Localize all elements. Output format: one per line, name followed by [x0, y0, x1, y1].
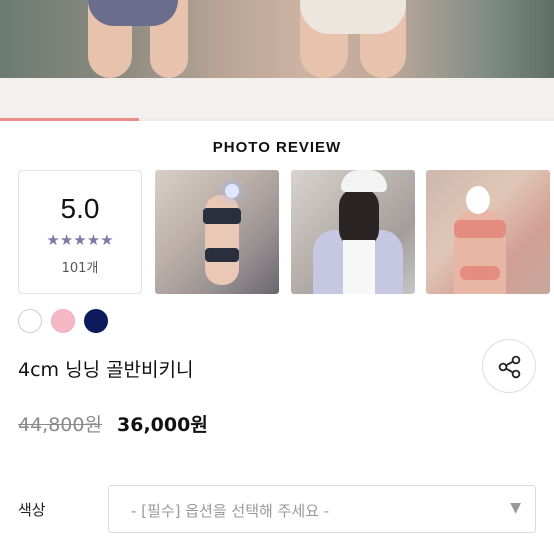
color-swatch-pink[interactable]: [51, 309, 75, 333]
review-photo-thumbnail[interactable]: [291, 170, 415, 294]
section-title: PHOTO REVIEW: [212, 139, 342, 156]
product-hero-image: [0, 0, 554, 78]
star-rating-icon: ★★★★★: [46, 231, 114, 249]
option-select[interactable]: - [필수] 옵션을 선택해 주세요 - ▼: [108, 485, 536, 533]
rating-score: 5.0: [60, 193, 100, 224]
chevron-down-icon: ▼: [510, 500, 521, 516]
original-price: 44,800원: [18, 414, 102, 436]
product-name: 4cm 닝닝 골반비키니: [18, 359, 194, 381]
gallery-progress: [0, 118, 554, 121]
option-label: 색상: [18, 501, 46, 519]
review-photo-thumbnail[interactable]: [155, 170, 279, 294]
review-count: 101개: [61, 261, 99, 276]
sale-price: 36,000원: [117, 414, 208, 436]
review-photo-thumbnail[interactable]: [426, 170, 550, 294]
share-icon: [498, 355, 521, 379]
image-gallery-band: [0, 78, 554, 118]
color-swatch-white[interactable]: [18, 309, 42, 333]
option-placeholder: - [필수] 옵션을 선택해 주세요 -: [131, 502, 330, 520]
rating-summary[interactable]: 5.0 ★★★★★ 101개: [18, 170, 142, 294]
gallery-progress-fill: [0, 118, 139, 121]
color-swatch-navy[interactable]: [84, 309, 108, 333]
share-button[interactable]: [482, 339, 536, 393]
